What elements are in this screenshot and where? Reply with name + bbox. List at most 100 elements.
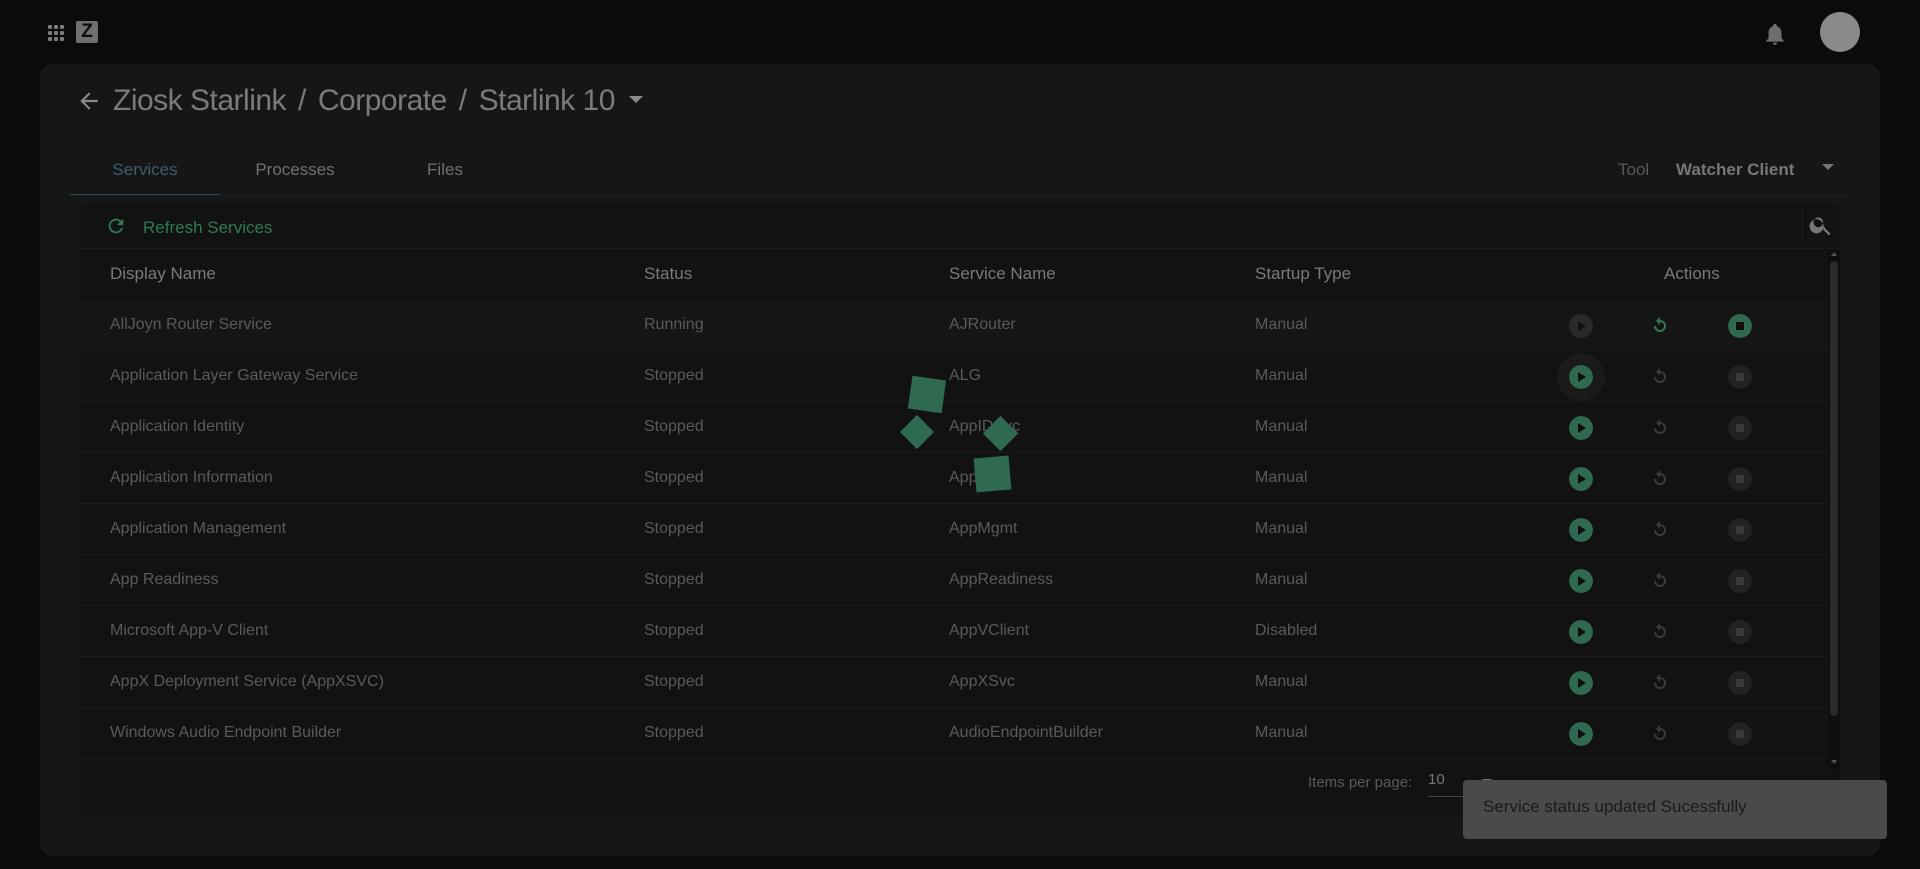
breadcrumb-separator: / [298, 84, 306, 117]
cell-status: Running [644, 316, 704, 333]
stop-service-button[interactable] [1728, 467, 1752, 491]
cell-service-name: AppMgmt [949, 520, 1018, 537]
restart-service-button[interactable] [1648, 671, 1672, 695]
table-row: AppX Deployment Service (AppXSVC) Stopped… [80, 657, 1828, 708]
tabs-divider [70, 195, 1850, 196]
column-header-actions: Actions [1664, 264, 1720, 283]
refresh-services-button[interactable]: Refresh Services [143, 218, 272, 238]
stop-service-button[interactable] [1728, 722, 1752, 746]
cell-display-name: Windows Audio Endpoint Builder [110, 724, 342, 741]
tab-files[interactable]: Files [370, 154, 520, 196]
main-card: Ziosk Starlink / Corporate / Starlink 10 Ser… [40, 64, 1880, 856]
table-header: Display Name Status Service Name Startup… [80, 249, 1828, 300]
items-per-page-label: Items per page: [1308, 774, 1413, 791]
column-header-status[interactable]: Status [644, 264, 692, 284]
cell-service-name: AppXSvc [949, 673, 1015, 690]
cell-service-name: AudioEndpointBuilder [949, 724, 1103, 741]
start-service-button[interactable] [1569, 365, 1593, 389]
breadcrumb-item[interactable]: Ziosk Starlink [113, 84, 287, 117]
start-service-button[interactable] [1569, 620, 1593, 644]
start-service-button[interactable] [1569, 416, 1593, 440]
cell-display-name: Application Information [110, 469, 273, 486]
column-header-display-name[interactable]: Display Name [110, 264, 216, 284]
cell-status: Stopped [644, 622, 704, 639]
services-table-panel: Refresh Services Display Name Status Ser… [80, 205, 1840, 815]
cell-status: Stopped [644, 520, 704, 537]
restart-service-button[interactable] [1648, 467, 1672, 491]
restart-service-button[interactable] [1648, 620, 1672, 644]
restart-service-button[interactable] [1648, 722, 1672, 746]
table-row: Application Management Stopped AppMgmt Manu… [80, 504, 1828, 555]
cell-startup-type: Disabled [1255, 622, 1318, 639]
cell-status: Stopped [644, 367, 704, 384]
table-row: Application Layer Gateway Service Stopped… [80, 351, 1828, 402]
stop-service-button[interactable] [1728, 365, 1752, 389]
breadcrumb-item-current: Starlink 10 [478, 84, 616, 117]
restart-service-button[interactable] [1648, 365, 1672, 389]
stop-service-button[interactable] [1728, 620, 1752, 644]
cell-startup-type: Manual [1255, 418, 1308, 435]
start-service-button[interactable] [1569, 518, 1593, 542]
restart-service-button[interactable] [1648, 416, 1672, 440]
search-icon[interactable] [1808, 212, 1834, 238]
restart-service-button[interactable] [1648, 569, 1672, 593]
restart-service-button[interactable] [1648, 518, 1672, 542]
breadcrumb: Ziosk Starlink / Corporate / Starlink 10 [113, 84, 643, 118]
cell-display-name: App Readiness [110, 571, 219, 588]
cell-service-name: ALG [949, 367, 982, 384]
stop-service-button[interactable] [1728, 569, 1752, 593]
start-service-button[interactable] [1569, 569, 1593, 593]
bell-icon[interactable] [1762, 21, 1788, 47]
cell-display-name: AppX Deployment Service (AppXSVC) [110, 673, 384, 690]
scrollbar[interactable] [1828, 249, 1840, 769]
back-arrow-icon[interactable] [76, 88, 102, 114]
spinner-square [973, 455, 1012, 493]
table-row: Microsoft App-V Client Stopped AppVClient D… [80, 606, 1828, 657]
restart-service-button[interactable] [1648, 314, 1672, 338]
table-toolbar: Refresh Services [80, 205, 1840, 249]
scroll-up-icon[interactable] [1831, 252, 1837, 256]
cell-display-name: Application Identity [110, 418, 245, 435]
cell-startup-type: Manual [1255, 316, 1308, 333]
spinner-square [907, 375, 947, 414]
breadcrumb-separator: / [458, 84, 467, 117]
cell-service-name: AppReadiness [949, 571, 1054, 588]
chevron-down-icon[interactable] [1822, 164, 1834, 170]
stop-service-button[interactable] [1728, 671, 1752, 695]
cell-display-name: Application Management [110, 520, 287, 537]
table-row: Application Identity Stopped AppIDSvc Manua… [80, 402, 1828, 453]
scroll-down-icon[interactable] [1831, 760, 1837, 764]
column-header-startup-type[interactable]: Startup Type [1255, 264, 1351, 284]
cell-startup-type: Manual [1255, 469, 1308, 486]
refresh-icon[interactable] [105, 215, 127, 237]
cell-display-name: AllJoyn Router Service [110, 316, 272, 333]
table-row: AllJoyn Router Service Running AJRouter Man… [80, 300, 1828, 351]
start-service-button[interactable] [1569, 314, 1593, 338]
stop-service-button[interactable] [1728, 416, 1752, 440]
cell-service-name: AJRouter [949, 316, 1016, 333]
scroll-thumb[interactable] [1830, 261, 1838, 716]
start-service-button[interactable] [1569, 722, 1593, 746]
snackbar-message: Service status updated Sucessfully [1483, 797, 1747, 816]
cell-display-name: Application Layer Gateway Service [110, 367, 359, 384]
cell-service-name: AppVClient [949, 622, 1030, 639]
cell-startup-type: Manual [1255, 367, 1308, 384]
chevron-down-icon[interactable] [628, 95, 643, 103]
stop-service-button[interactable] [1728, 518, 1752, 542]
start-service-button[interactable] [1569, 671, 1593, 695]
tab-bar: Services Processes Files [70, 154, 520, 196]
cell-display-name: Microsoft App-V Client [110, 622, 269, 639]
cell-status: Stopped [644, 418, 704, 435]
stop-service-button[interactable] [1728, 314, 1752, 338]
breadcrumb-item[interactable]: Corporate [318, 84, 447, 117]
cell-startup-type: Manual [1255, 673, 1308, 690]
apps-grid-icon[interactable] [48, 25, 64, 41]
tool-select[interactable]: Watcher Client [1676, 160, 1794, 180]
snackbar: Service status updated Sucessfully [1463, 780, 1887, 839]
avatar[interactable] [1820, 12, 1860, 52]
tab-processes[interactable]: Processes [220, 154, 370, 196]
tab-services[interactable]: Services [70, 154, 220, 196]
app-logo[interactable]: Z [76, 21, 98, 43]
start-service-button[interactable] [1569, 467, 1593, 491]
column-header-service-name[interactable]: Service Name [949, 264, 1056, 284]
